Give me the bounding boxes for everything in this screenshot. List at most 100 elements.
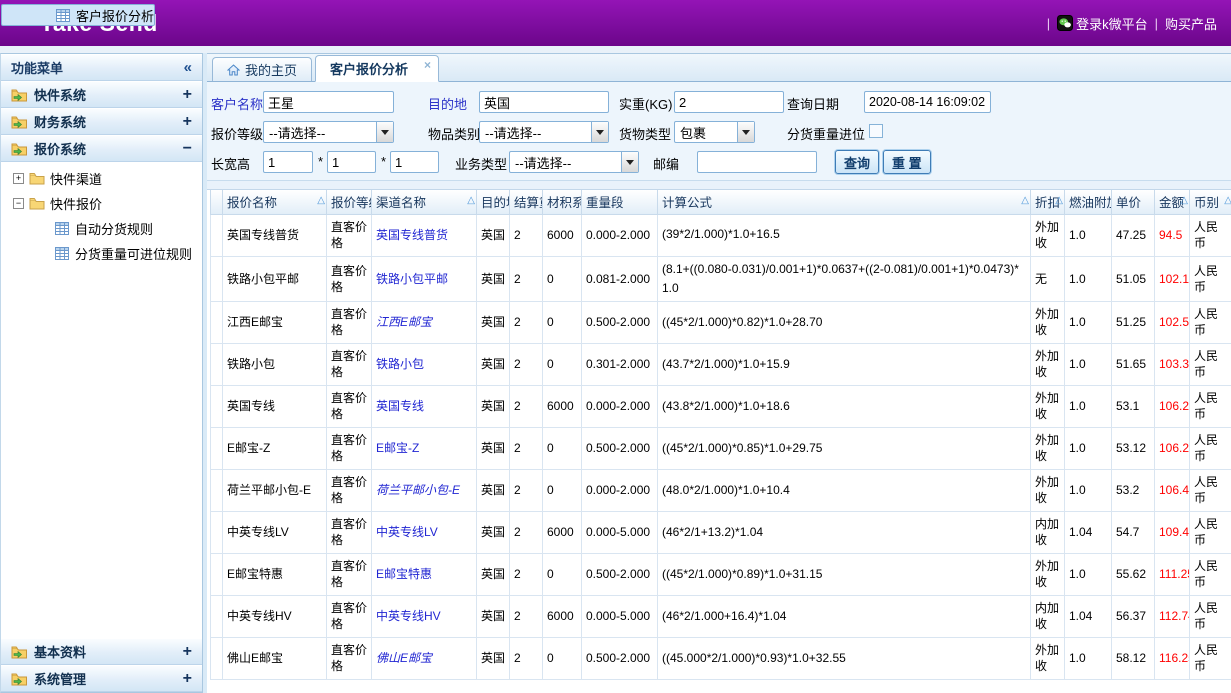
buy-product-link[interactable]: 购买产品	[1165, 14, 1217, 33]
channel-link[interactable]: 中英专线LV	[376, 525, 438, 539]
channel-link[interactable]: 英国专线	[376, 399, 424, 413]
channel-link[interactable]: 荷兰平邮小包-E	[376, 483, 460, 497]
chevron-down-icon[interactable]	[591, 122, 608, 142]
cell-channel: 中英专线HV	[372, 595, 477, 637]
cell-amount: 112.74	[1155, 595, 1190, 637]
col-header-level: 报价等级	[327, 190, 372, 214]
search-button[interactable]: 查询	[835, 150, 879, 174]
chevron-down-icon[interactable]	[621, 152, 638, 172]
sidebar-section-quote[interactable]: 报价系统 −	[1, 135, 202, 162]
login-kwei-link[interactable]: 登录k微平台	[1057, 14, 1148, 33]
section-expand-icon[interactable]: +	[183, 644, 192, 660]
destination-label: 目的地	[428, 94, 467, 113]
tab-close-icon[interactable]: ×	[424, 58, 431, 72]
section-collapse-icon[interactable]: −	[183, 141, 192, 157]
sort-asc-icon[interactable]: △	[1180, 195, 1188, 206]
channel-link[interactable]: 英国专线普货	[376, 228, 448, 242]
col-header-name[interactable]: 报价名称△	[223, 190, 327, 214]
section-expand-icon[interactable]: +	[183, 671, 192, 687]
cell-formula: (43.7*2/1.000)*1.0+15.9	[658, 343, 1031, 385]
chevron-down-icon[interactable]	[737, 122, 754, 142]
cell-sp	[211, 637, 223, 679]
cell-fuel: 1.0	[1065, 553, 1112, 595]
table-row[interactable]: 英国专线直客价格英国专线英国260000.000-2.000(43.8*2/1.…	[211, 385, 1231, 427]
table-row[interactable]: E邮宝特惠直客价格E邮宝特惠英国200.500-2.000((45*2/1.00…	[211, 553, 1231, 595]
cell-currency: 人民币	[1190, 637, 1231, 679]
cell-discount: 外加收	[1031, 301, 1065, 343]
cell-fuel: 1.04	[1065, 511, 1112, 553]
cell-settle: 2	[510, 511, 543, 553]
table-row[interactable]: 佛山E邮宝直客价格佛山E邮宝英国200.500-2.000((45.000*2/…	[211, 637, 1231, 679]
cell-dest: 英国	[477, 595, 510, 637]
chevron-down-icon[interactable]	[376, 122, 393, 142]
channel-link[interactable]: 佛山E邮宝	[376, 651, 432, 665]
cell-unit: 54.7	[1112, 511, 1155, 553]
section-expand-icon[interactable]: +	[183, 87, 192, 103]
dimensions-label: 长宽高	[211, 154, 250, 173]
destination-input[interactable]	[479, 91, 609, 113]
item-type-select[interactable]: --请选择--	[479, 121, 609, 143]
cell-range: 0.000-2.000	[582, 214, 658, 256]
table-row[interactable]: 江西E邮宝直客价格江西E邮宝英国200.500-2.000((45*2/1.00…	[211, 301, 1231, 343]
table-row[interactable]: 铁路小包平邮直客价格铁路小包平邮英国200.081-2.000(8.1+((0.…	[211, 256, 1231, 301]
col-header-discount[interactable]: 折扣△	[1031, 190, 1065, 214]
tree-expander-minus[interactable]: −	[13, 198, 24, 209]
cell-fuel: 1.0	[1065, 385, 1112, 427]
cell-range: 0.500-2.000	[582, 301, 658, 343]
sidebar-item-auto-split-rules[interactable]: 自动分货规则	[1, 216, 202, 241]
table-row[interactable]: 英国专线普货直客价格英国专线普货英国260000.000-2.000(39*2/…	[211, 214, 1231, 256]
col-header-channel[interactable]: 渠道名称△	[372, 190, 477, 214]
cell-fuel: 1.04	[1065, 595, 1112, 637]
split-weight-carry-checkbox[interactable]	[869, 124, 883, 138]
customer-name-input[interactable]	[263, 91, 394, 113]
col-header-amount[interactable]: 金额△	[1155, 190, 1190, 214]
channel-link[interactable]: E邮宝特惠	[376, 567, 432, 581]
channel-link[interactable]: 铁路小包	[376, 357, 424, 371]
weight-input[interactable]	[674, 91, 784, 113]
tab-customer-quote-analysis[interactable]: 客户报价分析 ×	[315, 55, 439, 82]
tree-folder-channels[interactable]: + 快件渠道	[1, 166, 202, 191]
cell-channel: 英国专线普货	[372, 214, 477, 256]
sidebar-section-finance[interactable]: 财务系统 +	[1, 108, 202, 135]
cell-discount: 内加收	[1031, 595, 1065, 637]
cargo-type-select[interactable]: 包裹	[674, 121, 755, 143]
table-row[interactable]: 中英专线HV直客价格中英专线HV英国260000.000-5.000(46*2/…	[211, 595, 1231, 637]
query-date-input[interactable]	[864, 91, 991, 113]
table-row[interactable]: 中英专线LV直客价格中英专线LV英国260000.000-5.000(46*2/…	[211, 511, 1231, 553]
table-row[interactable]: E邮宝-Z直客价格E邮宝-Z英国200.500-2.000((45*2/1.00…	[211, 427, 1231, 469]
sidebar-collapse-icon[interactable]: «	[184, 59, 192, 76]
quote-level-select[interactable]: --请选择--	[263, 121, 394, 143]
channel-link[interactable]: 铁路小包平邮	[376, 272, 448, 286]
sidebar-section-system[interactable]: 系统管理 +	[1, 665, 202, 692]
col-header-currency[interactable]: 币别△	[1190, 190, 1231, 214]
sort-asc-icon[interactable]: △	[1021, 195, 1029, 206]
sort-asc-icon[interactable]: △	[1224, 195, 1231, 206]
cell-settle: 2	[510, 553, 543, 595]
length-input[interactable]	[263, 151, 313, 173]
cell-channel: 荷兰平邮小包-E	[372, 469, 477, 511]
width-input[interactable]	[327, 151, 376, 173]
tab-home[interactable]: 我的主页	[212, 57, 312, 81]
table-row[interactable]: 铁路小包直客价格铁路小包英国200.301-2.000(43.7*2/1.000…	[211, 343, 1231, 385]
reset-button[interactable]: 重 置	[883, 150, 931, 174]
tree-expander-plus[interactable]: +	[13, 173, 24, 184]
sidebar-section-basic-data[interactable]: 基本资料 +	[1, 638, 202, 665]
channel-link[interactable]: 江西E邮宝	[376, 315, 432, 329]
sort-asc-icon[interactable]: △	[1055, 195, 1063, 206]
sort-asc-icon[interactable]: △	[467, 195, 475, 206]
table-row[interactable]: 荷兰平邮小包-E直客价格荷兰平邮小包-E英国200.000-2.000(48.0…	[211, 469, 1231, 511]
sidebar-section-express[interactable]: 快件系统 +	[1, 81, 202, 108]
channel-link[interactable]: 中英专线HV	[376, 609, 441, 623]
cell-settle: 2	[510, 256, 543, 301]
cell-level: 直客价格	[327, 301, 372, 343]
tree-folder-quotes[interactable]: − 快件报价	[1, 191, 202, 216]
postcode-input[interactable]	[697, 151, 817, 173]
channel-link[interactable]: E邮宝-Z	[376, 441, 419, 455]
section-expand-icon[interactable]: +	[183, 114, 192, 130]
col-header-formula[interactable]: 计算公式△	[658, 190, 1031, 214]
business-type-select[interactable]: --请选择--	[509, 151, 639, 173]
cell-level: 直客价格	[327, 595, 372, 637]
sort-asc-icon[interactable]: △	[317, 195, 325, 206]
height-input[interactable]	[390, 151, 439, 173]
sidebar-item-split-weight-carry-rules[interactable]: 分货重量可进位规则	[1, 241, 202, 266]
